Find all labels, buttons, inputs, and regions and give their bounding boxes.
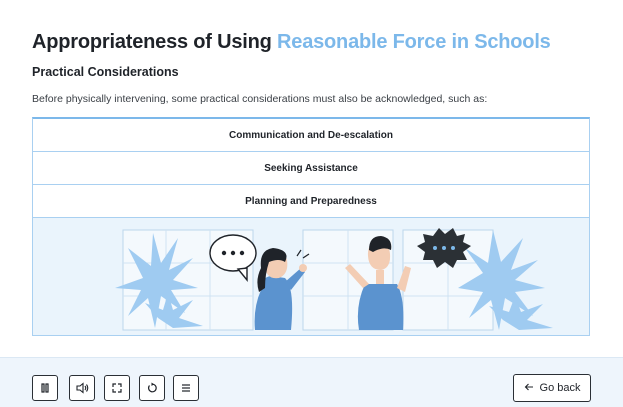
fullscreen-button[interactable]	[104, 375, 130, 401]
page-title: Appropriateness of Using Reasonable Forc…	[32, 31, 551, 54]
accordion-item-planning[interactable]: Planning and Preparedness	[33, 185, 589, 218]
page-title-main: Appropriateness of Using	[32, 31, 278, 53]
player-footer: Go back	[0, 357, 623, 407]
go-back-label: Go back	[539, 382, 581, 394]
arrow-left-icon	[524, 382, 534, 395]
pause-button[interactable]	[32, 375, 58, 401]
fullscreen-icon	[111, 382, 123, 394]
pause-icon	[39, 382, 51, 394]
considerations-accordion: Communication and De-escalation Seeking …	[32, 117, 590, 336]
audio-button[interactable]	[69, 375, 95, 401]
replay-button[interactable]	[139, 375, 165, 401]
illustration-graphic	[115, 228, 553, 331]
go-back-button[interactable]: Go back	[513, 374, 591, 402]
replay-icon	[146, 382, 158, 394]
accordion-item-seeking-assistance[interactable]: Seeking Assistance	[33, 152, 589, 185]
content-area: Appropriateness of Using Reasonable Forc…	[0, 0, 623, 357]
menu-icon	[180, 382, 192, 394]
section-subtitle: Practical Considerations	[32, 65, 179, 79]
intro-text: Before physically intervening, some prac…	[32, 93, 488, 105]
page-title-accent: Reasonable Force in Schools	[277, 31, 551, 53]
audio-icon	[75, 382, 89, 394]
menu-button[interactable]	[173, 375, 199, 401]
woman-figure	[254, 248, 310, 330]
accordion-item-communication[interactable]: Communication and De-escalation	[33, 119, 589, 152]
conflict-illustration	[33, 218, 589, 335]
